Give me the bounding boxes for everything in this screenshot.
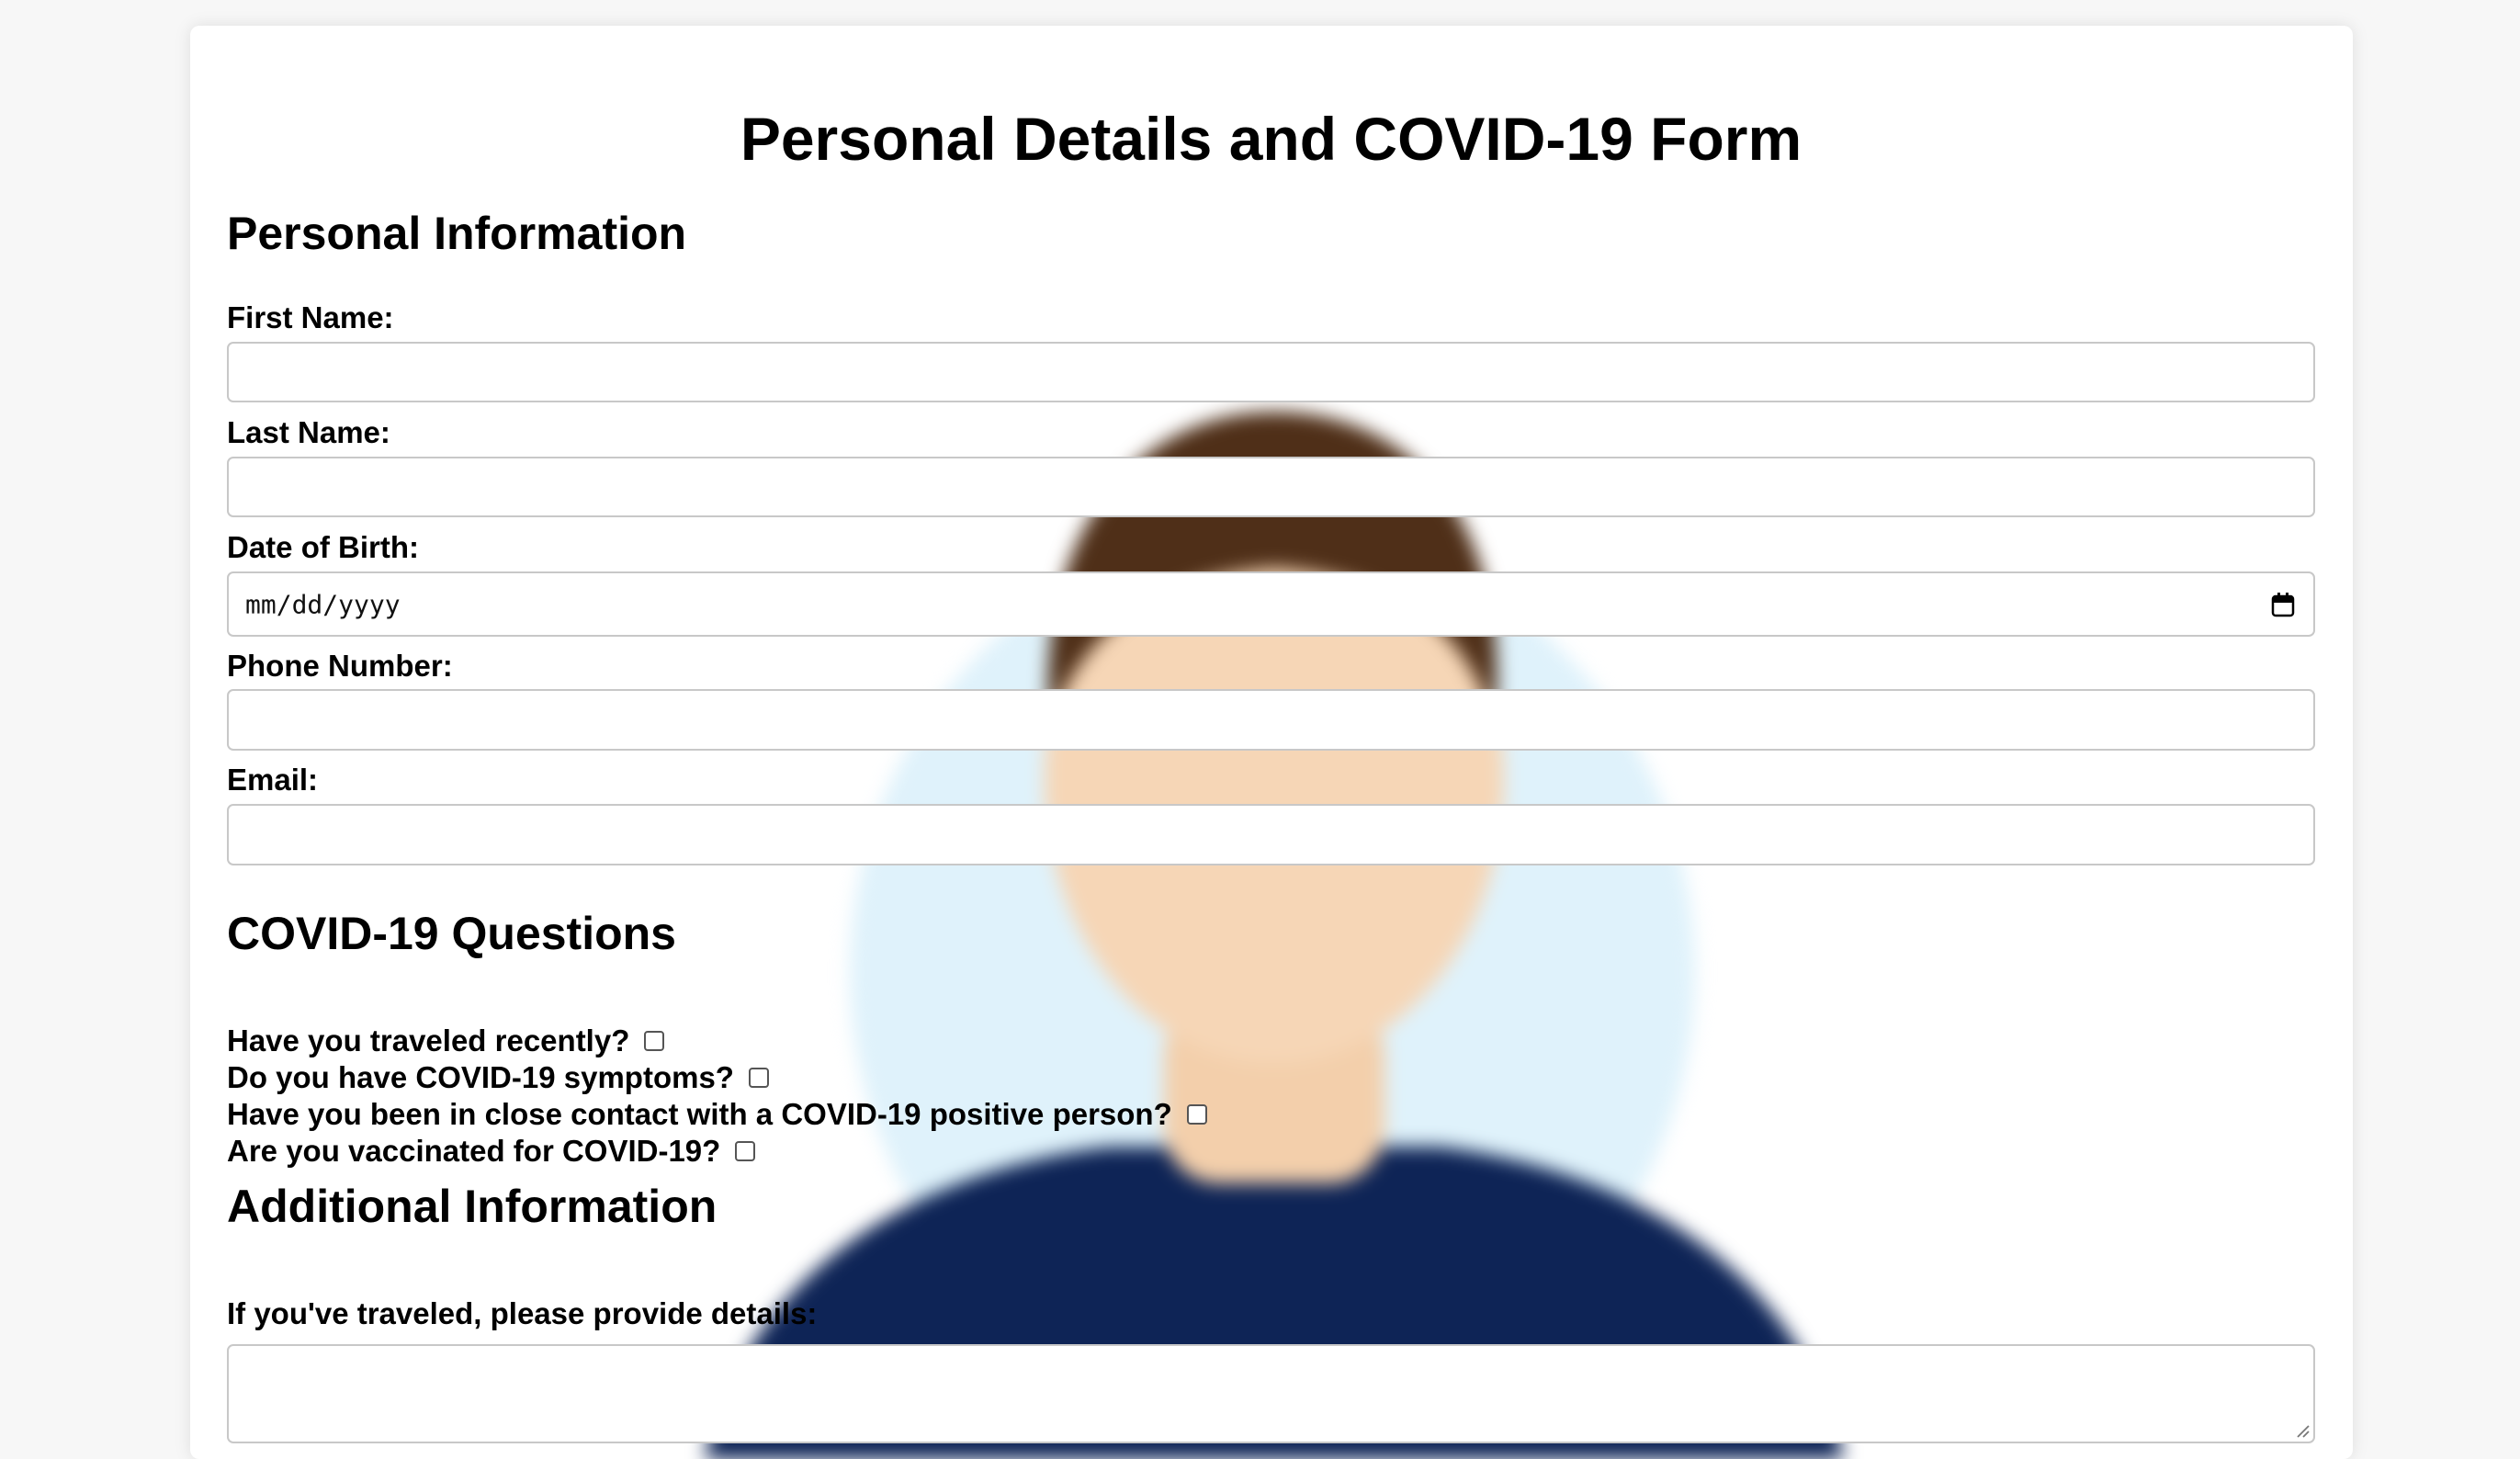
background-sky-shape: [850, 531, 1695, 1413]
travel-details-label: If you've traveled, please provide detai…: [227, 1296, 818, 1330]
covid-questions-heading: COVID-19 Questions: [227, 908, 676, 959]
dob-input[interactable]: mm/dd/yyyy: [227, 571, 2315, 637]
covid-symptoms-checkbox[interactable]: [748, 1068, 769, 1088]
dob-placeholder: mm/dd/yyyy: [245, 589, 401, 619]
question-label: Are you vaccinated for COVID-19?: [227, 1134, 721, 1168]
dob-label: Date of Birth:: [227, 530, 419, 564]
last-name-input[interactable]: [227, 457, 2315, 517]
question-covid-symptoms: Do you have COVID-19 symptoms?: [227, 1059, 769, 1096]
traveled-recently-checkbox[interactable]: [644, 1031, 665, 1051]
question-label: Do you have COVID-19 symptoms?: [227, 1060, 734, 1094]
phone-input[interactable]: [227, 689, 2315, 751]
background-neck-shape: [1164, 1000, 1384, 1183]
additional-info-heading: Additional Information: [227, 1181, 718, 1232]
form-card: Personal Details and COVID-19 Form Perso…: [190, 26, 2353, 1459]
personal-info-heading: Personal Information: [227, 208, 687, 259]
resize-handle-icon[interactable]: [2295, 1423, 2310, 1438]
calendar-icon[interactable]: [2271, 592, 2295, 617]
question-traveled-recently: Have you traveled recently?: [227, 1023, 665, 1059]
email-input[interactable]: [227, 804, 2315, 865]
question-label: Have you traveled recently?: [227, 1024, 630, 1057]
first-name-label: First Name:: [227, 300, 394, 334]
vaccinated-checkbox[interactable]: [735, 1141, 756, 1161]
question-vaccinated: Are you vaccinated for COVID-19?: [227, 1133, 756, 1170]
last-name-label: Last Name:: [227, 415, 390, 449]
question-label: Have you been in close contact with a CO…: [227, 1097, 1172, 1131]
page-title: Personal Details and COVID-19 Form: [740, 105, 1802, 173]
question-close-contact: Have you been in close contact with a CO…: [227, 1096, 1207, 1133]
close-contact-checkbox[interactable]: [1186, 1104, 1207, 1125]
phone-label: Phone Number:: [227, 649, 453, 683]
travel-details-textarea[interactable]: [227, 1344, 2315, 1443]
first-name-input[interactable]: [227, 342, 2315, 402]
email-label: Email:: [227, 763, 319, 797]
